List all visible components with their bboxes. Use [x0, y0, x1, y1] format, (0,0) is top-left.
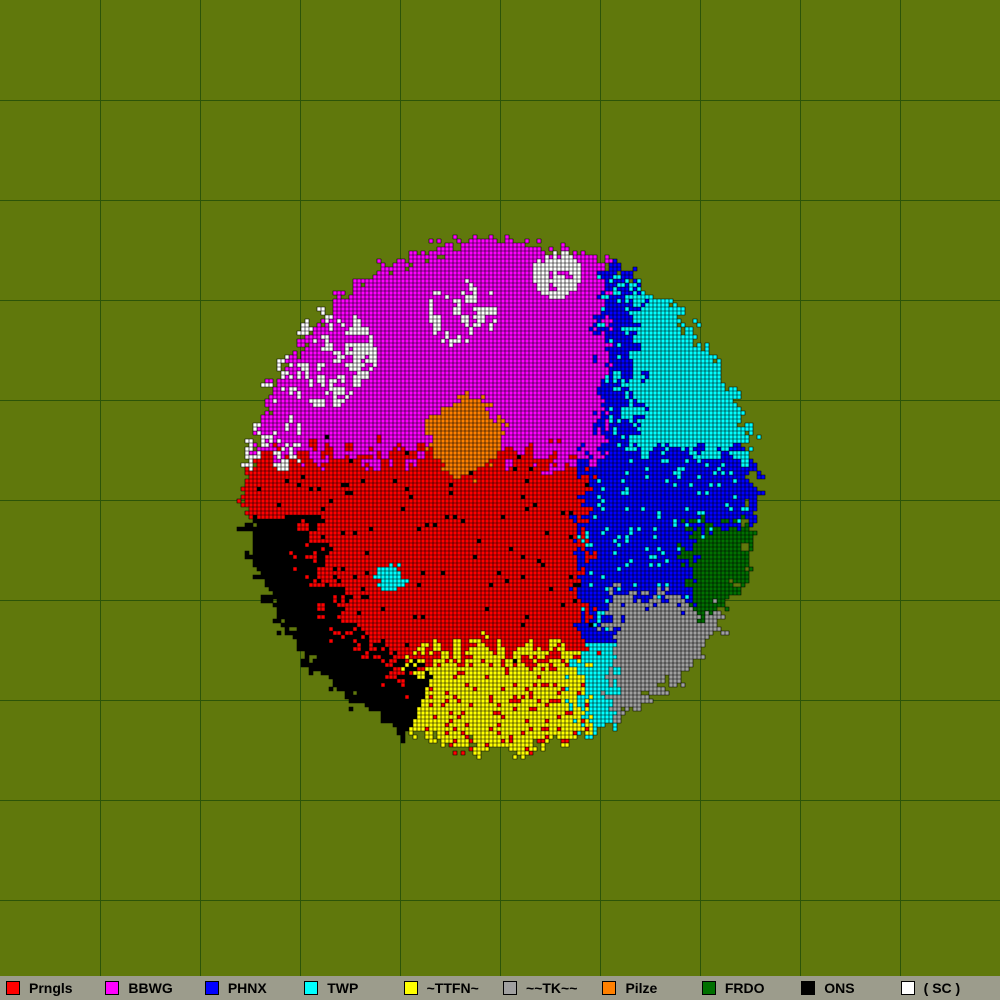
legend-item-tk: ~~TK~~ [503, 976, 602, 1000]
legend-swatch [403, 981, 418, 995]
faction-legend: Prngls BBWG PHNX TWP ~TTFN~ ~~TK~~ Pilze… [0, 976, 1000, 1000]
territory-map [0, 0, 1000, 976]
legend-item-frdo: FRDO [701, 976, 801, 1000]
legend-item-pilze: Pilze [602, 976, 701, 1000]
legend-swatch [900, 981, 915, 995]
legend-item-phnx: PHNX [204, 976, 304, 1000]
legend-item-ons: ONS [801, 976, 900, 1000]
legend-label: ~~TK~~ [526, 980, 578, 996]
legend-swatch [304, 981, 319, 995]
legend-label: ( SC ) [923, 980, 961, 996]
legend-item-twp: TWP [304, 976, 403, 1000]
territory-disc [236, 234, 766, 760]
legend-label: ONS [824, 980, 855, 996]
legend-item-prngls: Prngls [6, 976, 105, 1000]
legend-label: FRDO [724, 980, 765, 996]
legend-label: TWP [327, 980, 359, 996]
legend-label: BBWG [128, 980, 173, 996]
legend-swatch [801, 981, 816, 995]
legend-swatch [503, 981, 518, 995]
legend-swatch [204, 981, 219, 995]
legend-item-bbwg: BBWG [105, 976, 204, 1000]
legend-item-ttfn: ~TTFN~ [403, 976, 503, 1000]
legend-item-sc: ( SC ) [900, 976, 1000, 1000]
legend-swatch [602, 981, 617, 995]
legend-label: Prngls [29, 980, 73, 996]
legend-swatch [105, 981, 120, 995]
legend-swatch [6, 981, 20, 995]
legend-label: Pilze [625, 980, 658, 996]
legend-label: PHNX [227, 980, 267, 996]
legend-swatch [701, 981, 716, 995]
legend-label: ~TTFN~ [426, 980, 479, 996]
